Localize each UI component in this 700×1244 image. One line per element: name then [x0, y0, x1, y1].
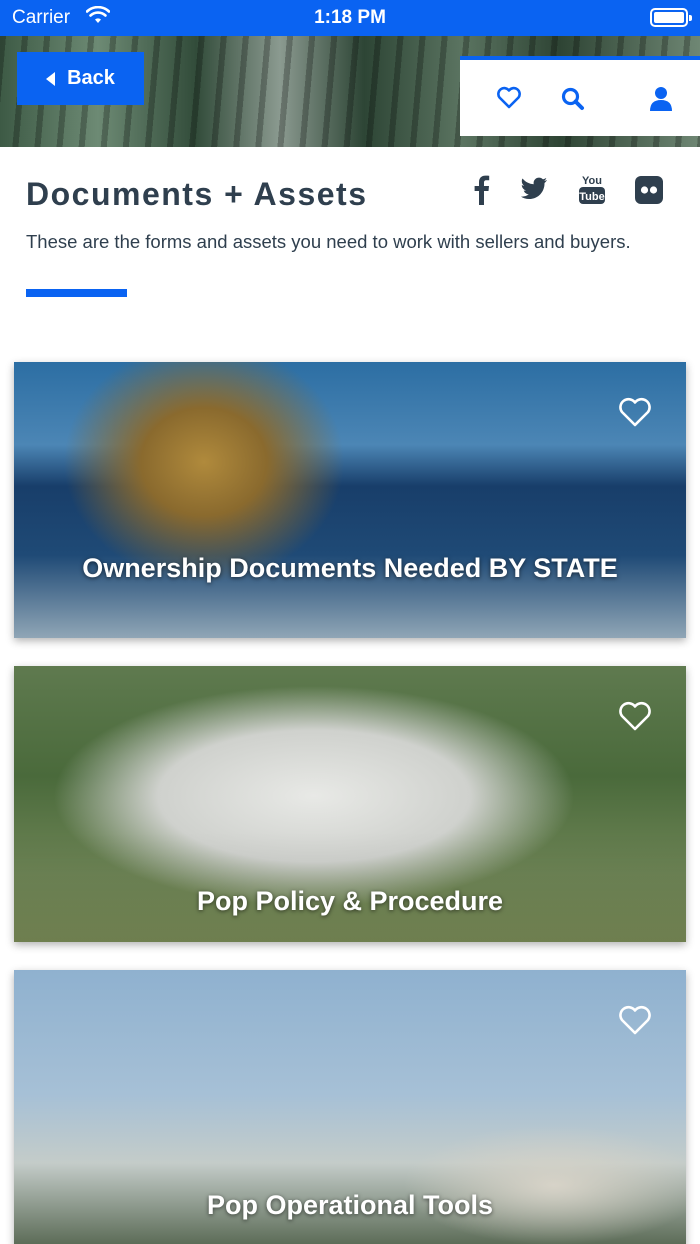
favorite-heart-icon[interactable] [617, 700, 653, 737]
battery-icon [650, 8, 692, 27]
back-button[interactable]: Back [17, 52, 144, 105]
favorite-heart-icon[interactable] [617, 396, 653, 433]
page-subtitle: These are the forms and assets you need … [26, 231, 631, 252]
card-title: Pop Policy & Procedure [196, 886, 504, 916]
card-pop-operational-tools[interactable]: Pop Operational Tools [14, 970, 686, 1244]
heart-icon[interactable] [496, 86, 522, 115]
card-image [14, 362, 686, 638]
title-underline [26, 289, 127, 297]
user-icon[interactable] [649, 86, 673, 117]
card-ownership-documents[interactable]: Ownership Documents Needed BY STATE [14, 362, 686, 638]
back-label: Back [67, 67, 115, 89]
facebook-icon[interactable] [472, 173, 490, 210]
card-title: Ownership Documents Needed BY STATE [82, 553, 618, 583]
svg-text:Tube: Tube [579, 191, 604, 203]
flickr-icon[interactable] [635, 176, 663, 209]
twitter-icon[interactable] [520, 177, 548, 206]
caret-left-icon [46, 71, 56, 86]
favorite-heart-icon[interactable] [617, 1004, 653, 1041]
youtube-icon[interactable]: You Tube [578, 172, 606, 211]
status-time: 1:18 PM [314, 7, 386, 28]
hero-banner: Back [0, 36, 700, 147]
page-title: Documents + Assets [26, 176, 368, 212]
status-bar: Carrier 1:18 PM [0, 0, 700, 36]
card-pop-policy[interactable]: Pop Policy & Procedure [14, 666, 686, 942]
card-title: Pop Operational Tools [206, 1190, 494, 1220]
svg-text:You: You [582, 175, 602, 187]
search-icon[interactable] [560, 86, 586, 117]
header-toolbar [460, 56, 700, 136]
